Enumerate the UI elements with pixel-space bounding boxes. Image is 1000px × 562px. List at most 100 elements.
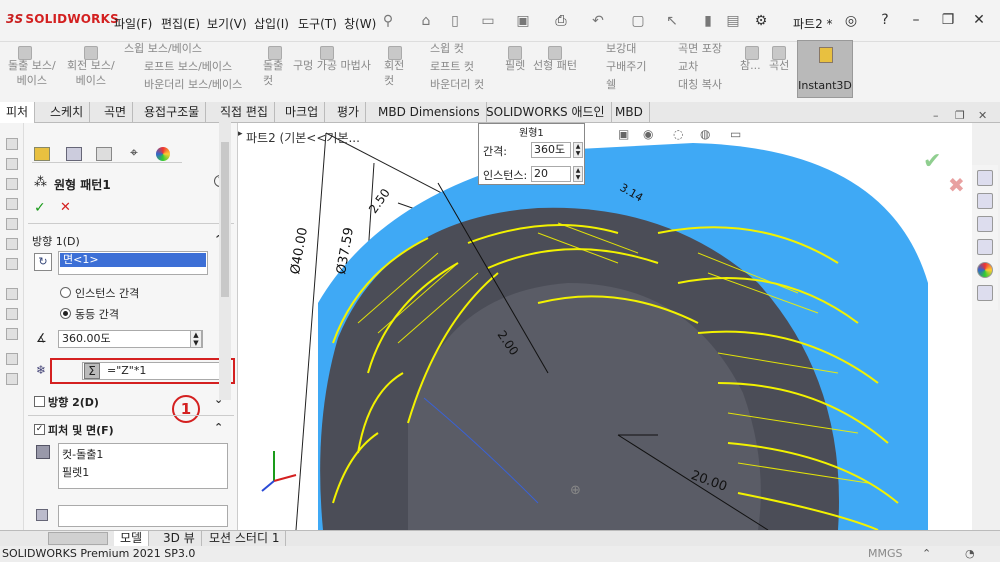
revolved-cut-button[interactable]: 회전 컷 <box>384 58 404 88</box>
tool-icon[interactable] <box>6 308 18 320</box>
tool-icon[interactable] <box>6 258 18 270</box>
design-library-icon[interactable] <box>977 193 993 209</box>
help-icon[interactable]: ? <box>872 10 898 30</box>
open-icon[interactable]: ▭ <box>480 13 496 29</box>
maximize-button[interactable]: ❐ <box>935 10 961 30</box>
pin-icon[interactable]: ⚲ <box>380 13 396 29</box>
direction2-checkbox[interactable] <box>34 396 45 407</box>
tool-icon[interactable] <box>6 328 18 340</box>
tab-mbd[interactable]: MBD <box>609 102 650 123</box>
instance-spacing-radio[interactable] <box>60 287 71 298</box>
tab-surfaces[interactable]: 곡면 <box>98 102 134 123</box>
gear-icon[interactable]: ⚙ <box>753 13 769 29</box>
home-icon[interactable]: ⌂ <box>418 13 434 29</box>
viewport-minimize-button[interactable]: – <box>933 109 939 122</box>
features-section-header[interactable]: ✓ 피처 및 면(F) ⌃ <box>32 421 232 439</box>
features-list[interactable]: 컷-돌출1 필렛1 <box>58 443 228 489</box>
reference-geometry-button[interactable]: 참... <box>740 58 761 73</box>
tool-icon[interactable] <box>6 238 18 250</box>
draft-button[interactable]: 구배주기 <box>588 59 646 74</box>
hole-wizard-button[interactable]: 구멍 가공 마법사 <box>293 58 371 73</box>
tab-3d-view[interactable]: 3D 뷰 <box>157 531 202 547</box>
tab-solidworks-addins[interactable]: SOLIDWORKS 애드인 <box>480 102 612 123</box>
monitor-icon[interactable]: ▭ <box>730 127 741 141</box>
viewport-restore-button[interactable]: ❐ <box>955 109 965 122</box>
instances-equation-input[interactable]: ="Z"*1 <box>82 362 228 380</box>
sigma-equation-icon[interactable]: Σ <box>84 363 100 379</box>
menu-view[interactable]: 보기(V) <box>207 15 247 32</box>
view-orientation-icon[interactable]: ▣ <box>618 127 629 141</box>
boundary-cut-button[interactable]: 바운더리 컷 <box>412 77 484 92</box>
graphics-viewport[interactable]: 파트2 (기본<<기본... ▸ Ø40.00 Ø37.59 2.50 2.00… <box>238 123 972 530</box>
direction1-section-header[interactable]: 방향 1(D) ⌃ <box>32 233 232 251</box>
ok-confirm-icon[interactable]: ✔ <box>923 149 941 174</box>
tool-icon[interactable] <box>6 158 18 170</box>
undo-icon[interactable]: ↶ <box>590 13 606 29</box>
rib-button[interactable]: 보강대 <box>588 41 646 56</box>
file-properties-icon[interactable]: ▤ <box>725 13 741 29</box>
angle-input[interactable]: 360.00도 <box>58 330 203 348</box>
new-document-icon[interactable]: ▯ <box>447 13 463 29</box>
shell-button[interactable]: 쉘 <box>588 77 646 92</box>
direction2-section-header[interactable]: 방향 2(D) ⌄ <box>32 393 232 411</box>
tab-scroll-arrows[interactable] <box>48 532 108 545</box>
linear-pattern-button[interactable]: 선형 패턴 <box>533 58 577 73</box>
configuration-tab-icon[interactable] <box>96 147 112 161</box>
customize-icon[interactable]: ⌃ <box>922 546 931 562</box>
custom-properties-icon[interactable] <box>977 285 993 301</box>
appearances-icon[interactable] <box>977 262 993 278</box>
faces-list[interactable] <box>58 505 228 527</box>
intersect-button[interactable]: 교차 <box>660 59 722 74</box>
revolved-boss-button[interactable]: 회전 보스/ 베이스 <box>67 58 115 88</box>
ok-button[interactable]: ✓ <box>34 200 46 216</box>
pointer-icon[interactable]: ↖ <box>664 13 680 29</box>
rebuild-icon[interactable]: ▮ <box>700 13 716 29</box>
panel-scrollbar[interactable] <box>219 120 231 400</box>
menu-tools[interactable]: 도구(T) <box>298 15 337 32</box>
tool-icon[interactable] <box>6 288 18 300</box>
list-item[interactable]: 컷-돌출1 <box>59 444 227 464</box>
tab-motion-study[interactable]: 모션 스터디 1 <box>203 531 287 547</box>
tool-icon[interactable] <box>6 138 18 150</box>
fillet-button[interactable]: 필렛 <box>505 58 525 73</box>
instant3d-button[interactable]: Instant3D <box>797 40 853 98</box>
equal-spacing-radio[interactable] <box>60 308 71 319</box>
tab-mbd-dimensions[interactable]: MBD Dimensions <box>372 102 487 123</box>
instances-stepper[interactable]: ▲ ▼ <box>573 166 583 182</box>
spacing-stepper[interactable]: ▲ ▼ <box>573 142 583 158</box>
extruded-boss-button[interactable]: 돌출 보스/ 베이스 <box>8 58 56 88</box>
tab-model[interactable]: 모델 <box>114 531 150 547</box>
wrap-button[interactable]: 곡면 포장 <box>660 41 722 56</box>
help-status-icon[interactable]: ◔ <box>965 546 975 562</box>
menu-file[interactable]: 파일(F) <box>114 15 152 32</box>
tab-features[interactable]: 피처 <box>0 102 36 123</box>
tool-icon[interactable] <box>6 218 18 230</box>
units-indicator[interactable]: MMGS <box>868 546 903 562</box>
view-palette-icon[interactable] <box>977 239 993 255</box>
tool-icon[interactable] <box>6 353 18 365</box>
instances-input[interactable]: 20 <box>531 166 571 182</box>
dimxpert-tab-icon[interactable]: ⌖ <box>126 145 142 161</box>
mirror-button[interactable]: 대칭 복사 <box>660 77 722 92</box>
feature-tree-tab-icon[interactable] <box>34 147 50 161</box>
minimize-button[interactable]: – <box>903 10 929 30</box>
lofted-cut-button[interactable]: 로프트 컷 <box>412 59 484 74</box>
hide-show-icon[interactable]: ◌ <box>673 127 683 141</box>
display-style-icon[interactable]: ◉ <box>643 127 653 141</box>
menu-edit[interactable]: 편집(E) <box>161 15 200 32</box>
tool-icon[interactable] <box>6 198 18 210</box>
swept-boss-button[interactable]: 스윕 보스/베이스 <box>124 41 242 56</box>
menu-window[interactable]: 창(W) <box>344 15 376 32</box>
selected-face[interactable]: 면<1> <box>60 253 206 267</box>
angle-stepper[interactable]: ▲ ▼ <box>190 330 202 348</box>
file-explorer-icon[interactable] <box>977 216 993 232</box>
print-icon[interactable]: ⎙ <box>553 13 569 29</box>
tab-evaluate[interactable]: 평가 <box>331 102 367 123</box>
select-icon[interactable]: ▢ <box>630 13 646 29</box>
property-manager-tab-icon[interactable] <box>66 147 82 161</box>
chevron-up-icon[interactable]: ⌃ <box>214 421 223 434</box>
curves-button[interactable]: 곡선 <box>769 58 789 73</box>
cancel-confirm-icon[interactable]: ✖ <box>948 173 965 197</box>
swept-cut-button[interactable]: 스윕 컷 <box>412 41 484 56</box>
tab-markup[interactable]: 마크업 <box>279 102 326 123</box>
